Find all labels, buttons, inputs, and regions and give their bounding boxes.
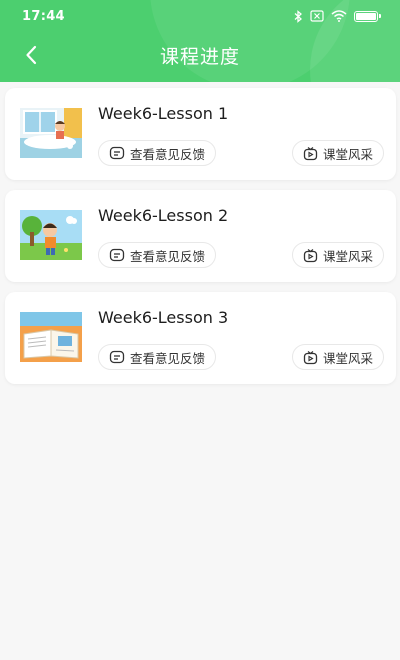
class-showcase-label: 课堂风采 — [322, 248, 373, 264]
class-showcase-label: 课堂风采 — [322, 146, 373, 162]
wifi-icon — [331, 10, 347, 22]
app-header: 17:44 课程进度 — [0, 0, 400, 82]
bluetooth-icon — [294, 9, 303, 23]
class-showcase-button[interactable]: 课堂风采 — [291, 140, 384, 166]
lesson-thumbnail — [20, 312, 82, 362]
view-feedback-label: 查看意见反馈 — [130, 248, 206, 264]
status-time: 17:44 — [22, 8, 65, 24]
status-icons — [294, 9, 381, 23]
lesson-title: Week6-Lesson 3 — [98, 308, 229, 327]
lesson-card: Week6-Lesson 2 查看意见反馈 课堂风采 — [5, 190, 396, 282]
nav-bar: 课程进度 — [0, 32, 400, 78]
lesson-card: Week6-Lesson 1 查看意见反馈 课堂风采 — [5, 88, 396, 180]
view-feedback-label: 查看意见反馈 — [130, 350, 206, 366]
battery-icon — [354, 10, 381, 22]
chevron-left-icon — [26, 45, 37, 65]
lesson-thumbnail — [20, 108, 82, 158]
class-showcase-label: 课堂风采 — [322, 350, 373, 366]
view-feedback-button[interactable]: 查看意见反馈 — [98, 242, 217, 268]
view-feedback-button[interactable]: 查看意见反馈 — [98, 344, 217, 370]
feedback-icon — [109, 248, 125, 262]
lesson-list: Week6-Lesson 1 查看意见反馈 课堂风采 Week6-Lesson … — [5, 88, 396, 394]
lesson-title: Week6-Lesson 2 — [98, 206, 229, 225]
lesson-card: Week6-Lesson 3 查看意见反馈 课堂风采 — [5, 292, 396, 384]
class-showcase-button[interactable]: 课堂风采 — [291, 344, 384, 370]
class-showcase-button[interactable]: 课堂风采 — [291, 242, 384, 268]
tv-play-icon — [303, 146, 318, 160]
lesson-thumbnail — [20, 210, 82, 260]
page-title: 课程进度 — [159, 45, 240, 68]
lesson-title: Week6-Lesson 1 — [98, 104, 229, 123]
sim-icon — [310, 10, 324, 22]
tv-play-icon — [303, 248, 318, 262]
view-feedback-label: 查看意见反馈 — [130, 146, 206, 162]
battery-level — [356, 12, 376, 20]
tv-play-icon — [303, 350, 318, 364]
status-bar: 17:44 — [0, 0, 400, 32]
view-feedback-button[interactable]: 查看意见反馈 — [98, 140, 217, 166]
feedback-icon — [109, 146, 125, 160]
back-button[interactable] — [14, 38, 48, 72]
feedback-icon — [109, 350, 125, 364]
